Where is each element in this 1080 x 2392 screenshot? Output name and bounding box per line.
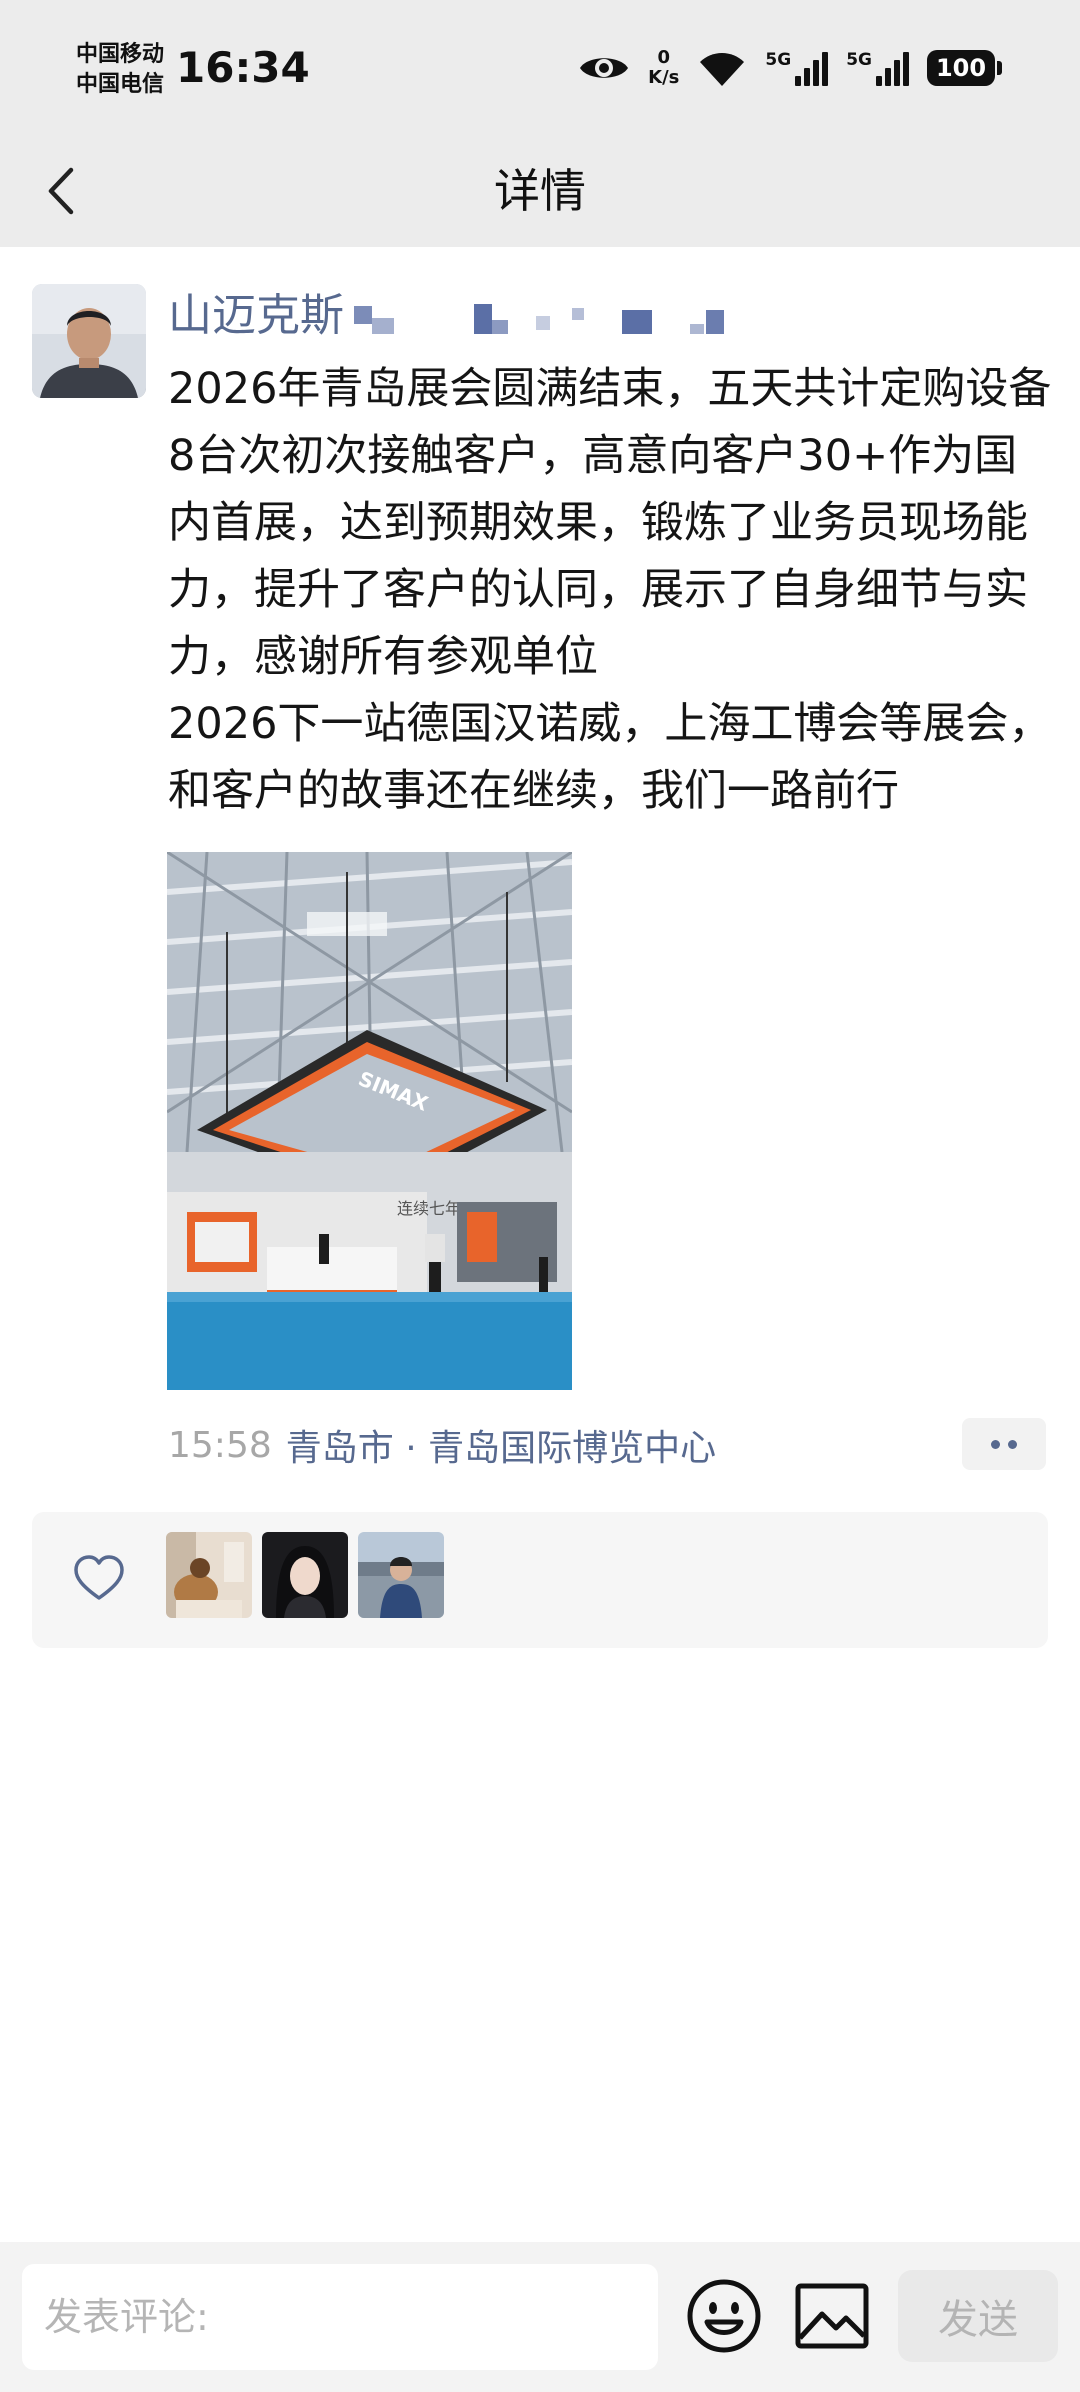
avatar-portrait: [32, 284, 146, 398]
post-photo[interactable]: SIMAX 连续七年: [167, 852, 572, 1390]
cell-signal-1: 5G: [765, 50, 829, 86]
top-nav-bar: 详情: [0, 135, 1080, 247]
comment-input[interactable]: [22, 2264, 658, 2370]
status-icons: 0 K/s 5G 5G 100: [578, 40, 1002, 96]
dot-icon: [1008, 1439, 1017, 1449]
cell-signal-2-label: 5G: [846, 50, 872, 70]
more-actions-button[interactable]: [962, 1418, 1046, 1470]
author-avatar[interactable]: [32, 284, 146, 398]
net-speed: 0 K/s: [648, 48, 679, 88]
exhibition-photo: SIMAX 连续七年: [167, 852, 572, 1390]
carrier-1: 中国移动: [76, 42, 165, 67]
battery-level: 100: [927, 50, 995, 86]
back-button[interactable]: [30, 161, 90, 221]
likes-panel: [32, 1512, 1048, 1648]
carrier-names: 中国移动 中国电信: [76, 40, 164, 100]
cell-signal-1-label: 5G: [765, 50, 792, 70]
post-location[interactable]: 青岛市 · 青岛国际博览中心: [286, 1419, 716, 1471]
send-button[interactable]: 发送: [898, 2270, 1058, 2362]
emoji-button[interactable]: [684, 2276, 764, 2356]
eye-icon: [580, 58, 629, 78]
carrier-2: 中国电信: [76, 72, 165, 97]
post-time: 15:58: [168, 1424, 272, 1466]
page-title: 详情: [494, 164, 586, 218]
heart-outline-icon[interactable]: [72, 1552, 126, 1606]
signal-bars-icon: [876, 50, 909, 86]
comment-bar: 发送: [0, 2242, 1080, 2392]
image-icon: [795, 2283, 869, 2349]
chevron-left-icon: [48, 167, 74, 215]
name-redaction-mosaic: [354, 296, 734, 336]
post-text: 2026年青岛展会圆满结束，五天共计定购设备8台次初次接触客户，高意向客户30+…: [168, 364, 1052, 816]
image-button[interactable]: [792, 2278, 872, 2354]
battery-icon: 100: [927, 50, 1002, 86]
emoji-icon: [687, 2279, 761, 2353]
post-meta: 15:58 青岛市 · 青岛国际博览中心: [168, 1418, 716, 1472]
status-bar: 中国移动 中国电信 16:34 0 K/s 5G 5G 100: [0, 0, 1080, 135]
net-speed-unit: K/s: [648, 67, 680, 88]
net-speed-value: 0: [657, 47, 671, 68]
liker-avatar[interactable]: [358, 1532, 444, 1618]
dot-icon: [991, 1439, 1000, 1449]
signal-bars-icon: [795, 50, 829, 86]
author-name[interactable]: 山迈克斯: [168, 288, 734, 344]
liker-avatar[interactable]: [262, 1532, 348, 1618]
booth-banner: 连续七年: [397, 1199, 461, 1218]
wifi-icon: [700, 53, 745, 86]
cell-signal-2: 5G: [846, 50, 909, 86]
status-time: 16:34: [176, 43, 310, 92]
author-name-text: 山迈克斯: [168, 290, 344, 341]
liker-avatar[interactable]: [166, 1532, 252, 1618]
